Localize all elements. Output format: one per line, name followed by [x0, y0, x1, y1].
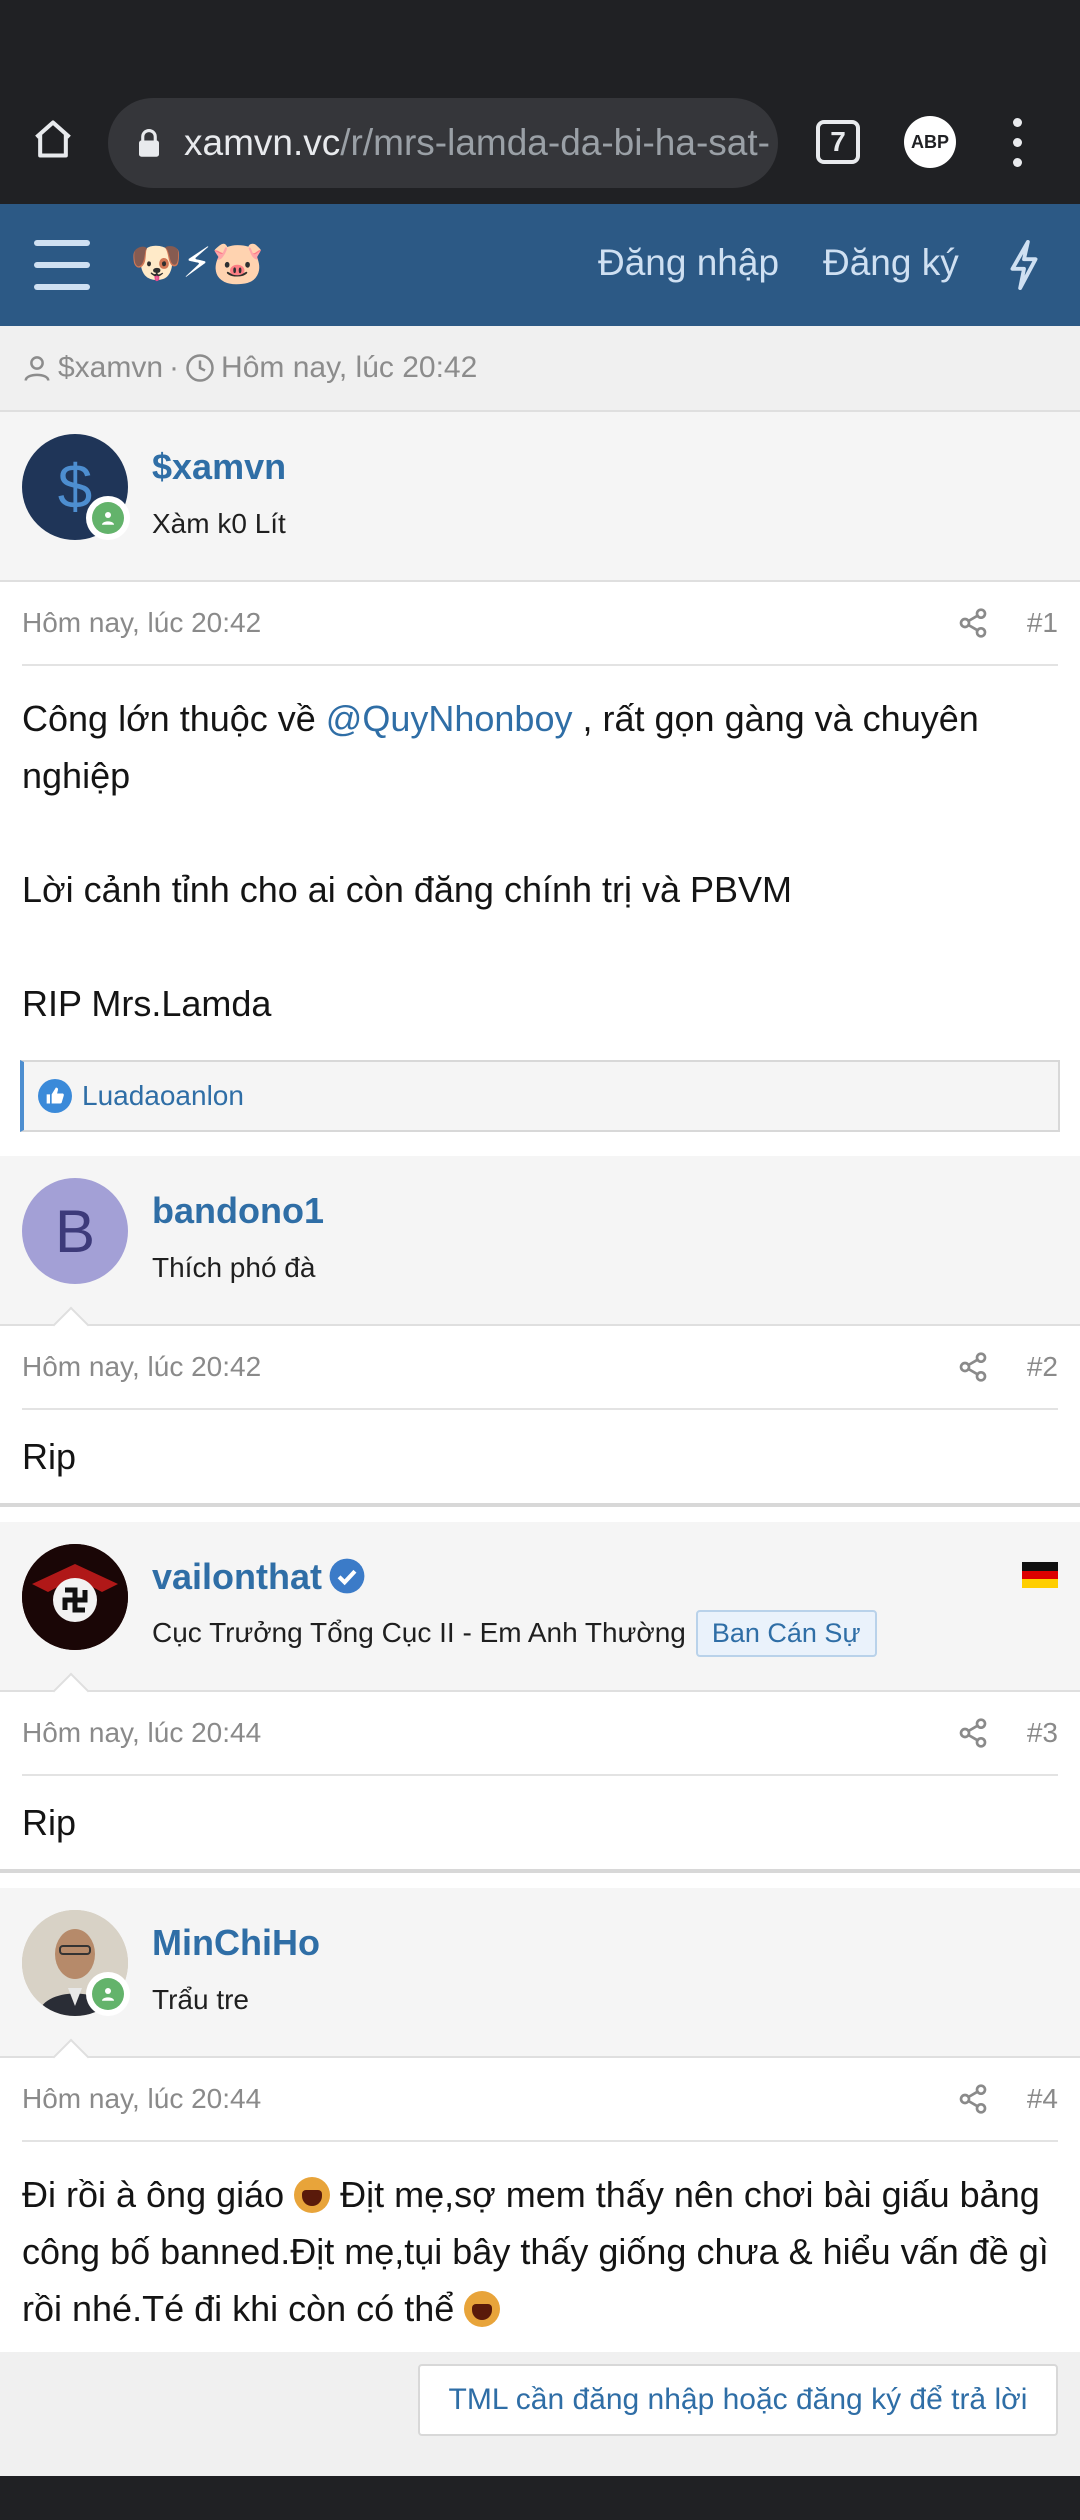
- user-bar: MinChiHo Trẩu tre: [0, 1888, 1080, 2076]
- user-title-row: Cục Trưởng Tổng Cục II - Em Anh Thường Ba…: [152, 1610, 877, 1657]
- post-3: vailonthat Cục Trưởng Tổng Cục II - Em A…: [0, 1522, 1080, 1873]
- post-text: Rip: [22, 1436, 77, 1477]
- post-text: Đi rồi à ông giáo: [22, 2174, 295, 2215]
- username[interactable]: $xamvn: [152, 446, 286, 488]
- login-to-reply-button[interactable]: TML cần đăng nhập hoặc đăng ký để trả lờ…: [418, 2364, 1058, 2436]
- reaction-user[interactable]: Luadaoanlon: [82, 1080, 244, 1112]
- screaming-emoji-icon: [464, 2291, 501, 2327]
- share-icon[interactable]: [957, 1351, 989, 1383]
- user-bar: vailonthat Cục Trưởng Tổng Cục II - Em A…: [0, 1522, 1080, 1710]
- user-title: Trẩu tre: [152, 1984, 249, 2015]
- clock-icon: [185, 353, 215, 383]
- post-number[interactable]: #4: [1027, 2083, 1058, 2115]
- more-vert-icon[interactable]: [1000, 112, 1034, 172]
- share-icon[interactable]: [957, 607, 989, 639]
- post-text: Lời cảnh tỉnh cho ai còn đăng chính trị …: [22, 869, 793, 910]
- status-bar: [0, 0, 1080, 82]
- like-icon: [38, 1079, 72, 1113]
- avatar[interactable]: B: [22, 1178, 128, 1284]
- flag-icon: [1022, 1562, 1058, 1589]
- share-icon[interactable]: [957, 2083, 989, 2115]
- post-body: Rip: [0, 1776, 1080, 1869]
- post-text: Rip: [22, 1802, 77, 1843]
- browser-toolbar: xamvn.vc/r/mrs-lamda-da-bi-ha-sat- 7 ABP: [0, 82, 1080, 204]
- site-header: 🐶⚡🐷 Đăng nhập Đăng ký: [0, 204, 1080, 326]
- user-badge: Ban Cán Sự: [695, 1610, 877, 1657]
- avatar-letter: B: [54, 1197, 96, 1265]
- post-4: MinChiHo Trẩu tre Hôm nay, lúc 20:44 #4 …: [0, 1888, 1080, 2369]
- post-date[interactable]: Hôm nay, lúc 20:44: [22, 1717, 957, 1749]
- post-date[interactable]: Hôm nay, lúc 20:44: [22, 2083, 957, 2115]
- username-text: vailonthat: [152, 1556, 323, 1597]
- screaming-emoji-icon: [294, 2177, 331, 2213]
- thread-author[interactable]: $xamvn: [58, 351, 163, 385]
- avatar[interactable]: [22, 1544, 128, 1650]
- user-title: Thích phó đà: [152, 1252, 316, 1283]
- post-meta: Hôm nay, lúc 20:44 #4: [22, 2058, 1058, 2142]
- post-number[interactable]: #3: [1027, 1717, 1058, 1749]
- verified-icon: [328, 1557, 366, 1595]
- tabs-icon[interactable]: 7: [816, 120, 860, 164]
- online-indicator: [86, 496, 130, 540]
- url-bar[interactable]: xamvn.vc/r/mrs-lamda-da-bi-ha-sat-: [108, 98, 778, 188]
- post-meta: Hôm nay, lúc 20:44 #3: [22, 1692, 1058, 1776]
- adblock-icon[interactable]: ABP: [904, 116, 956, 168]
- hamburger-icon[interactable]: [34, 240, 90, 290]
- thread-meta: $xamvn · Hôm nay, lúc 20:42: [0, 326, 1080, 412]
- home-icon[interactable]: [26, 112, 80, 166]
- post-text: Công lớn thuộc về: [22, 698, 326, 739]
- thread-time[interactable]: Hôm nay, lúc 20:42: [221, 351, 477, 385]
- user-bar: $ $xamvn Xàm k0 Lít: [0, 412, 1080, 582]
- username[interactable]: bandono1: [152, 1190, 324, 1232]
- username[interactable]: vailonthat: [152, 1556, 366, 1598]
- reaction-bar[interactable]: Luadaoanlon: [20, 1060, 1060, 1132]
- url-text: xamvn.vc/r/mrs-lamda-da-bi-ha-sat-: [184, 122, 770, 164]
- url-host: xamvn.vc: [184, 122, 341, 163]
- post-text: RIP Mrs.Lamda: [22, 983, 272, 1024]
- post-body: Công lớn thuộc về @QuyNhonboy , rất gọn …: [0, 666, 1080, 1060]
- username[interactable]: MinChiHo: [152, 1922, 320, 1964]
- url-path: /r/mrs-lamda-da-bi-ha-sat-: [340, 122, 770, 163]
- user-title: Xàm k0 Lít: [152, 508, 286, 539]
- share-icon[interactable]: [957, 1717, 989, 1749]
- user-bar: B bandono1 Thích phó đà: [0, 1156, 1080, 1344]
- bolt-icon[interactable]: [1006, 240, 1042, 290]
- site-logo[interactable]: 🐶⚡🐷: [130, 238, 264, 288]
- post-body: Rip: [0, 1410, 1080, 1503]
- tab-count: 7: [830, 126, 846, 157]
- mention-link[interactable]: @QuyNhonboy: [326, 698, 573, 739]
- post-meta: Hôm nay, lúc 20:42 #2: [22, 1326, 1058, 1410]
- post-date[interactable]: Hôm nay, lúc 20:42: [22, 607, 957, 639]
- reply-area: TML cần đăng nhập hoặc đăng ký để trả lờ…: [0, 2352, 1080, 2476]
- meta-separator: ·: [169, 351, 180, 384]
- user-title: Cục Trưởng Tổng Cục II - Em Anh Thường: [152, 1617, 686, 1648]
- avatar-image: [22, 1544, 128, 1650]
- post-meta: Hôm nay, lúc 20:42 #1: [22, 582, 1058, 666]
- online-indicator: [86, 1972, 130, 2016]
- user-icon: [22, 353, 52, 383]
- system-nav-bar: [0, 2476, 1080, 2520]
- post-number[interactable]: #1: [1027, 607, 1058, 639]
- abp-label: ABP: [910, 131, 949, 152]
- register-link[interactable]: Đăng ký: [823, 242, 959, 284]
- post-1: $ $xamvn Xàm k0 Lít Hôm nay, lúc 20:42 #…: [0, 412, 1080, 1160]
- post-number[interactable]: #2: [1027, 1351, 1058, 1383]
- login-link[interactable]: Đăng nhập: [598, 242, 779, 284]
- lock-icon: [132, 126, 166, 160]
- post-body: Đi rồi à ông giáo Địt mẹ,sợ mem thấy nên…: [0, 2142, 1080, 2365]
- post-2: B bandono1 Thích phó đà Hôm nay, lúc 20:…: [0, 1156, 1080, 1507]
- post-date[interactable]: Hôm nay, lúc 20:42: [22, 1351, 957, 1383]
